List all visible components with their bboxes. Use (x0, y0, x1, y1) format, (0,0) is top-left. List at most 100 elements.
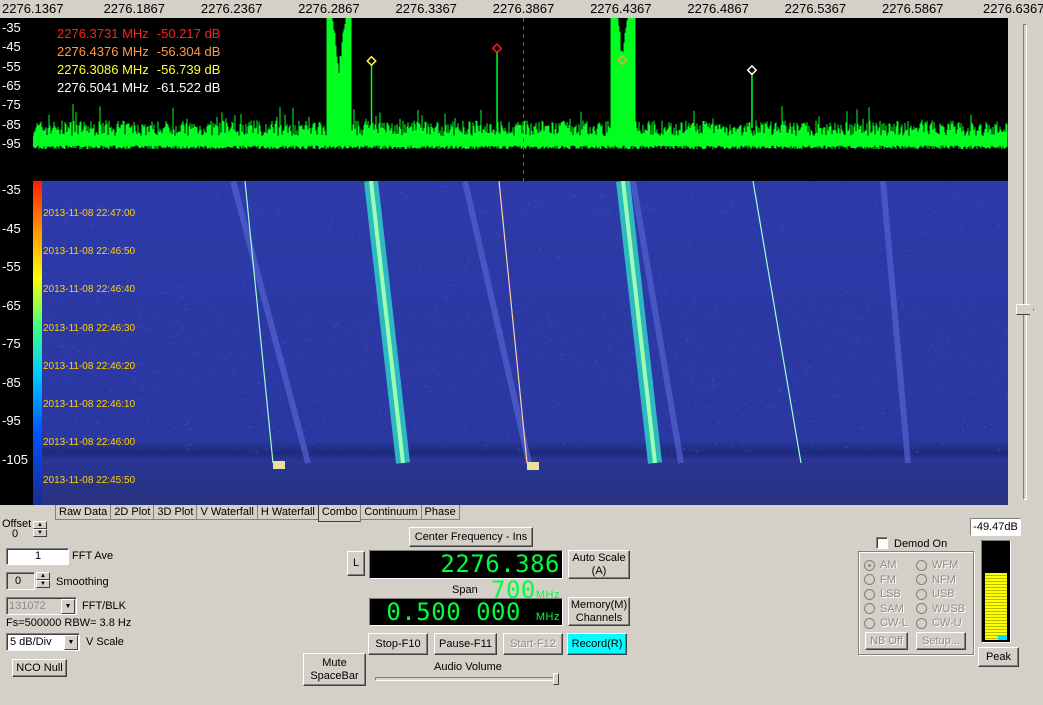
waterfall-noise-pixel (155, 403, 158, 405)
waterfall-noise-pixel (431, 250, 434, 252)
waterfall-noise-pixel (475, 386, 478, 388)
demod-radio-cw-l[interactable]: CW-L (864, 617, 908, 629)
tab-combo[interactable]: Combo (317, 505, 362, 522)
waterfall-noise-pixel (437, 374, 440, 376)
waterfall-noise-pixel (257, 209, 260, 211)
chevron-down-icon[interactable]: ▼ (61, 599, 75, 614)
tab-raw-data[interactable]: Raw Data (55, 505, 112, 520)
waterfall-noise-pixel (270, 349, 273, 351)
waterfall-noise-pixel (745, 437, 748, 439)
offset-spinner[interactable]: ▲ ▼ (33, 521, 47, 537)
waterfall-noise-pixel (896, 285, 899, 287)
demod-on-checkbox[interactable] (876, 537, 888, 549)
spin-down-icon[interactable]: ▼ (33, 529, 47, 537)
waterfall-noise-pixel (143, 370, 146, 372)
waterfall-noise-pixel (52, 219, 55, 221)
fft-blk-select[interactable]: 131072 ▼ (6, 597, 77, 615)
spectrum-plot[interactable]: 2276.3731 MHz -50.217 dB 2276.4376 MHz -56.… (33, 18, 1008, 181)
waterfall-noise-pixel (461, 392, 464, 394)
auto-scale-button[interactable]: Auto Scale (A) (568, 550, 630, 579)
tab-2d-plot[interactable]: 2D Plot (110, 505, 155, 520)
smoothing-input[interactable]: 0 (6, 572, 35, 590)
demod-radio-am[interactable]: AM (864, 559, 897, 571)
waterfall-noise-pixel (82, 193, 85, 195)
record-button[interactable]: Record(R) (567, 633, 627, 655)
waterfall-noise-pixel (189, 192, 192, 194)
waterfall-noise-pixel (137, 220, 140, 222)
start-button[interactable]: Start-F12 (503, 633, 563, 655)
frequency-tick-label: 2276.4867 (687, 1, 749, 16)
span-display[interactable]: 0.500 000 MHz (369, 598, 563, 626)
center-frequency-display[interactable]: 2276.386 700MHz (369, 550, 563, 603)
waterfall-noise-pixel (543, 342, 546, 344)
waterfall-noise-pixel (122, 320, 125, 322)
tab-phase[interactable]: Phase (420, 505, 460, 520)
waterfall-noise-pixel (458, 330, 461, 332)
waterfall-noise-pixel (148, 328, 151, 330)
fft-ave-input[interactable]: 1 (6, 548, 69, 565)
nco-null-button[interactable]: NCO Null (12, 659, 67, 677)
demod-radio-sam[interactable]: SAM (864, 603, 904, 615)
waterfall-noise-pixel (70, 382, 73, 384)
fft-blk-label: FFT/BLK (82, 600, 127, 612)
memory-channels-button[interactable]: Memory(M) Channels (568, 597, 630, 626)
nb-off-button[interactable]: NB Off (865, 632, 908, 650)
mute-button[interactable]: Mute SpaceBar (303, 653, 366, 686)
waterfall-noise-pixel (463, 423, 466, 425)
waterfall-noise-pixel (272, 414, 275, 416)
waterfall-noise-pixel (642, 209, 645, 211)
audio-volume-slider[interactable] (375, 677, 559, 681)
waterfall-noise-pixel (454, 193, 457, 195)
waterfall-noise-pixel (472, 324, 475, 326)
demod-radio-fm[interactable]: FM (864, 574, 896, 586)
waterfall-noise-pixel (677, 356, 680, 358)
waterfall-noise-pixel (856, 338, 859, 340)
setup-button[interactable]: Setup... (916, 632, 966, 650)
smoothing-spinner[interactable]: ▲ ▼ (36, 572, 50, 588)
chevron-down-icon[interactable]: ▼ (64, 635, 78, 650)
spectrum-db-tick: -85 (2, 116, 21, 132)
slider-thumb[interactable] (1016, 304, 1034, 315)
radio-icon (864, 588, 875, 600)
waterfall-noise-pixel (431, 326, 434, 328)
stop-button[interactable]: Stop-F10 (368, 633, 428, 655)
demod-radio-wusb[interactable]: WUSB (916, 603, 965, 615)
audio-volume-thumb[interactable] (553, 673, 559, 685)
spin-up-icon[interactable]: ▲ (33, 521, 47, 529)
waterfall-noise-pixel (695, 328, 698, 330)
waterfall-noise-pixel (254, 190, 257, 192)
tab-h-waterfall[interactable]: H Waterfall (256, 505, 319, 520)
waterfall-noise-pixel (844, 401, 847, 403)
center-frequency-button[interactable]: Center Frequency - Ins (409, 527, 533, 547)
waterfall-noise-pixel (604, 401, 607, 403)
waterfall-noise-pixel (572, 195, 575, 197)
demod-radio-nfm[interactable]: NFM (916, 574, 956, 586)
demod-radio-cw-u[interactable]: CW-U (916, 617, 962, 629)
spin-down-icon[interactable]: ▼ (36, 580, 50, 588)
tab-v-waterfall[interactable]: V Waterfall (196, 505, 258, 520)
tab-3d-plot[interactable]: 3D Plot (153, 505, 198, 520)
waterfall-noise-pixel (1006, 436, 1008, 438)
waterfall-noise-pixel (863, 203, 866, 205)
waterfall-noise-pixel (699, 404, 702, 406)
waterfall-display[interactable]: 2013-11-08 22:47:00 2013-11-08 22:46:50 20… (33, 181, 1008, 505)
pause-button[interactable]: Pause-F11 (434, 633, 497, 655)
peak-button[interactable]: Peak (978, 647, 1019, 667)
waterfall-noise-pixel (596, 424, 599, 426)
tab-continuum[interactable]: Continuum (360, 505, 422, 520)
waterfall-noise-pixel (558, 200, 561, 202)
waterfall-noise-pixel (231, 205, 234, 207)
waterfall-noise-pixel (317, 272, 320, 274)
waterfall-bright-spot (273, 461, 285, 469)
reference-level-slider[interactable] (1010, 20, 1040, 505)
waterfall-noise-pixel (436, 271, 439, 273)
waterfall-noise-pixel (713, 317, 716, 319)
demod-radio-lsb[interactable]: LSB (864, 588, 901, 600)
waterfall-noise-pixel (257, 360, 260, 362)
spin-up-icon[interactable]: ▲ (36, 572, 50, 580)
waterfall-noise-pixel (692, 402, 695, 404)
vscale-select[interactable]: 5 dB/Div ▼ (6, 633, 80, 651)
lock-l-button[interactable]: L (347, 551, 365, 576)
demod-radio-wfm[interactable]: WFM (916, 559, 958, 571)
demod-radio-usb[interactable]: USB (916, 588, 955, 600)
